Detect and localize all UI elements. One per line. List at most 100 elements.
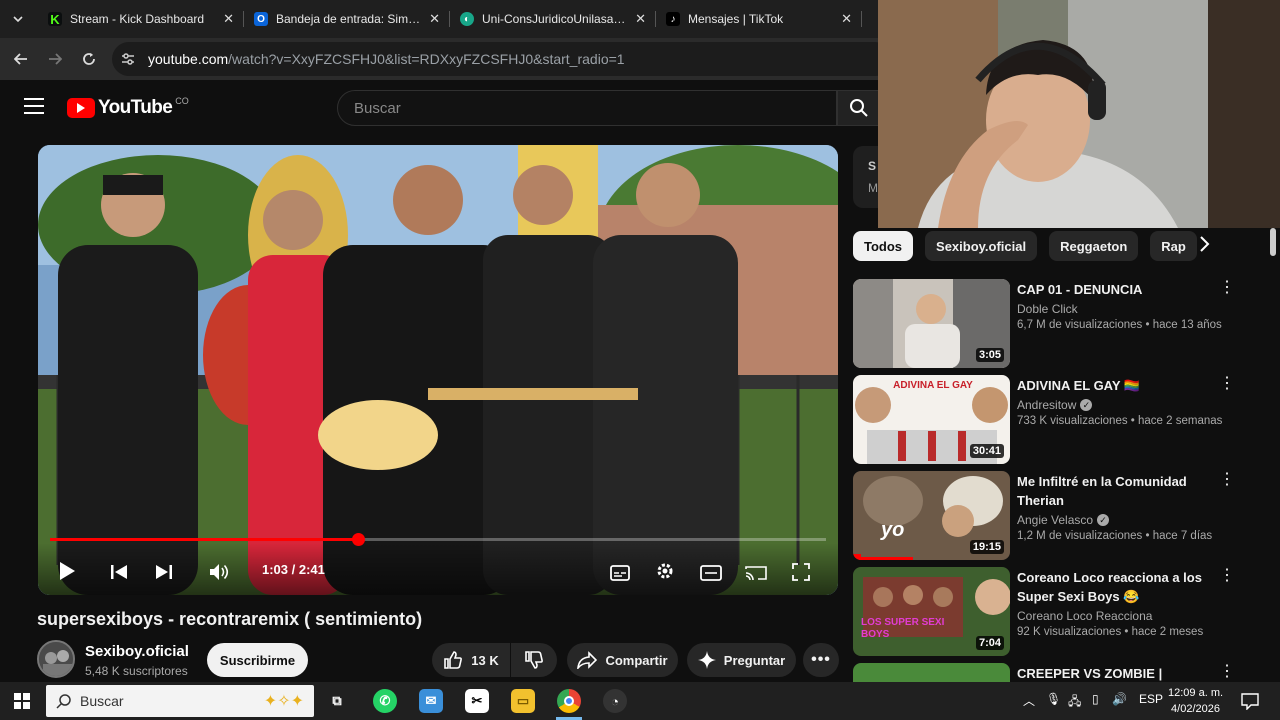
more-vertical-icon[interactable]: ⋮	[1219, 472, 1235, 488]
battery-icon[interactable]: ▯	[1092, 692, 1099, 706]
clock-date: 4/02/2026	[1171, 703, 1220, 715]
chip-reggaeton[interactable]: Reggaeton	[1049, 231, 1139, 261]
player-controls: 1:03 / 2:41	[38, 543, 838, 595]
obs-icon[interactable]: ◔	[603, 689, 627, 713]
subtitles-icon[interactable]	[610, 565, 630, 581]
sidebar-scrollbar[interactable]	[1268, 228, 1277, 673]
close-icon[interactable]: ✕	[429, 11, 440, 27]
notifications-icon[interactable]	[1241, 692, 1259, 710]
subscribe-button[interactable]: Suscribirme	[207, 643, 308, 677]
chevron-right-icon[interactable]	[1198, 235, 1210, 253]
theater-mode-icon[interactable]	[700, 565, 722, 581]
channel-avatar[interactable]	[37, 640, 75, 678]
close-icon[interactable]: ✕	[635, 11, 646, 27]
network-icon[interactable]: 🖧	[1068, 692, 1081, 713]
recommendation-title[interactable]: CREEPER VS ZOMBIE |	[1017, 664, 1217, 682]
windows-start-icon[interactable]	[14, 693, 30, 709]
mail-icon[interactable]: ✉	[419, 689, 443, 713]
play-icon[interactable]	[58, 561, 76, 581]
recommendation-item[interactable]: ADIVINA EL GAY 30:41 ADIVINA EL GAY 🏳️‍🌈…	[853, 375, 1253, 465]
duration: 2:41	[298, 562, 325, 577]
cast-icon[interactable]	[745, 565, 767, 581]
chip-sexiboy[interactable]: Sexiboy.oficial	[925, 231, 1038, 261]
browser-tab-kick[interactable]: K Stream - Kick Dashboard ✕	[38, 0, 244, 38]
tab-title: Mensajes | TikTok	[688, 12, 784, 26]
search-input[interactable]: Buscar	[337, 90, 837, 126]
chip-rap[interactable]: Rap	[1150, 231, 1197, 261]
browser-tab-tiktok[interactable]: ♪ Mensajes | TikTok ✕	[656, 0, 862, 38]
volume-icon[interactable]	[209, 563, 231, 581]
url-path: /watch?v=XxyFZCSFHJ0&list=RDXxyFZCSFHJ0&…	[228, 51, 625, 67]
site-info-icon[interactable]	[120, 51, 136, 67]
close-icon[interactable]: ✕	[223, 11, 234, 27]
verified-check-icon: ✓	[1080, 399, 1093, 411]
tab-title: Stream - Kick Dashboard	[70, 12, 205, 26]
recommendation-title[interactable]: CAP 01 - DENUNCIA	[1017, 280, 1217, 299]
chip-todos[interactable]: Todos	[853, 231, 914, 261]
thumbnail-caption: ADIVINA EL GAY	[893, 380, 973, 391]
more-vertical-icon[interactable]: ⋮	[1219, 280, 1235, 296]
recommendation-item[interactable]: 3:05 CAP 01 - DENUNCIA Doble Click 6,7 M…	[853, 279, 1253, 369]
back-button[interactable]	[4, 42, 38, 76]
microphone-icon[interactable]: 🎙	[1046, 692, 1061, 706]
recommendation-channel[interactable]: Andresitow	[1017, 398, 1076, 412]
thumbs-up-icon	[444, 651, 463, 669]
file-explorer-icon[interactable]: ▭	[511, 689, 535, 713]
recommendation-item[interactable]: LOS SUPER SEXI BOYS 7:04 Coreano Loco re…	[853, 567, 1253, 657]
chrome-icon[interactable]	[557, 689, 581, 713]
dislike-button[interactable]	[511, 643, 557, 677]
recommendation-channel[interactable]: Angie Velasco	[1017, 513, 1093, 527]
tab-title: Uni-ConsJuridicoUnilasallist	[482, 12, 628, 26]
more-actions-button[interactable]: •••	[803, 643, 839, 677]
language-indicator[interactable]: ESP	[1139, 692, 1163, 706]
recommendation-title[interactable]: Coreano Loco reacciona a los Super Sexi …	[1017, 568, 1217, 606]
channel-name[interactable]: Sexiboy.oficial	[85, 643, 189, 660]
browser-tab-unilasallista[interactable]: ◐ Uni-ConsJuridicoUnilasallist ✕	[450, 0, 656, 38]
recommendation-title[interactable]: Me Infiltré en la Comunidad Therian	[1017, 472, 1217, 510]
taskbar-search[interactable]: Buscar ✦✧✦	[46, 685, 314, 717]
address-bar[interactable]: youtube.com/watch?v=XxyFZCSFHJ0&list=RDX…	[112, 42, 892, 76]
recommendation-title[interactable]: ADIVINA EL GAY 🏳️‍🌈	[1017, 376, 1217, 395]
settings-gear-icon[interactable]	[655, 561, 675, 581]
like-button[interactable]: 13 K	[432, 643, 510, 677]
next-icon[interactable]	[155, 563, 173, 581]
youtube-logo[interactable]: YouTube CO	[67, 96, 189, 119]
previous-icon[interactable]	[110, 563, 128, 581]
video-thumbnail[interactable]	[853, 663, 1010, 682]
task-view-icon[interactable]: ⧉	[325, 689, 349, 713]
recommendation-channel[interactable]: Doble Click	[1017, 302, 1078, 316]
video-thumbnail[interactable]: yo 19:15	[853, 471, 1010, 560]
video-thumbnail[interactable]: ADIVINA EL GAY 30:41	[853, 375, 1010, 464]
share-button[interactable]: Compartir	[567, 643, 678, 677]
card-sub: M	[868, 181, 878, 195]
recommendation-item[interactable]: CREEPER VS ZOMBIE | ⋮	[853, 663, 1253, 682]
browser-tab-outlook[interactable]: O Bandeja de entrada: Simón T ✕	[244, 0, 450, 38]
progress-bar[interactable]	[50, 533, 826, 546]
more-vertical-icon[interactable]: ⋮	[1219, 568, 1235, 584]
video-thumbnail[interactable]: 3:05	[853, 279, 1010, 368]
video-thumbnail[interactable]: LOS SUPER SEXI BOYS 7:04	[853, 567, 1010, 656]
system-clock[interactable]: 12:09 a. m. 4/02/2026	[1168, 685, 1223, 717]
subscriber-count: 5,48 K suscriptores	[85, 664, 188, 678]
video-title: supersexiboys - recontraremix ( sentimie…	[37, 609, 423, 629]
thumbs-down-icon	[525, 651, 543, 669]
more-vertical-icon[interactable]: ⋮	[1219, 376, 1235, 392]
forward-button[interactable]	[38, 42, 72, 76]
search-highlight-icon: ✦✧✦	[263, 693, 304, 710]
reload-button[interactable]	[72, 42, 106, 76]
recommendation-channel[interactable]: Coreano Loco Reacciona	[1017, 609, 1152, 623]
ask-button[interactable]: Preguntar	[687, 643, 796, 677]
more-vertical-icon[interactable]: ⋮	[1219, 664, 1235, 680]
fullscreen-icon[interactable]	[792, 563, 810, 581]
show-hidden-icons[interactable]: ︿	[1023, 692, 1035, 709]
speaker-icon[interactable]: 🔊	[1112, 692, 1127, 706]
search-button[interactable]	[837, 90, 881, 126]
recommendation-item[interactable]: yo 19:15 Me Infiltré en la Comunidad The…	[853, 471, 1253, 561]
scrollbar-thumb[interactable]	[1270, 228, 1276, 256]
close-icon[interactable]: ✕	[841, 11, 852, 27]
tab-search-button[interactable]	[4, 5, 32, 33]
menu-icon[interactable]	[24, 98, 44, 119]
video-player[interactable]: 1:03 / 2:41	[38, 145, 838, 595]
whatsapp-icon[interactable]: ✆	[373, 689, 397, 713]
capcut-icon[interactable]: ✂	[465, 689, 489, 713]
